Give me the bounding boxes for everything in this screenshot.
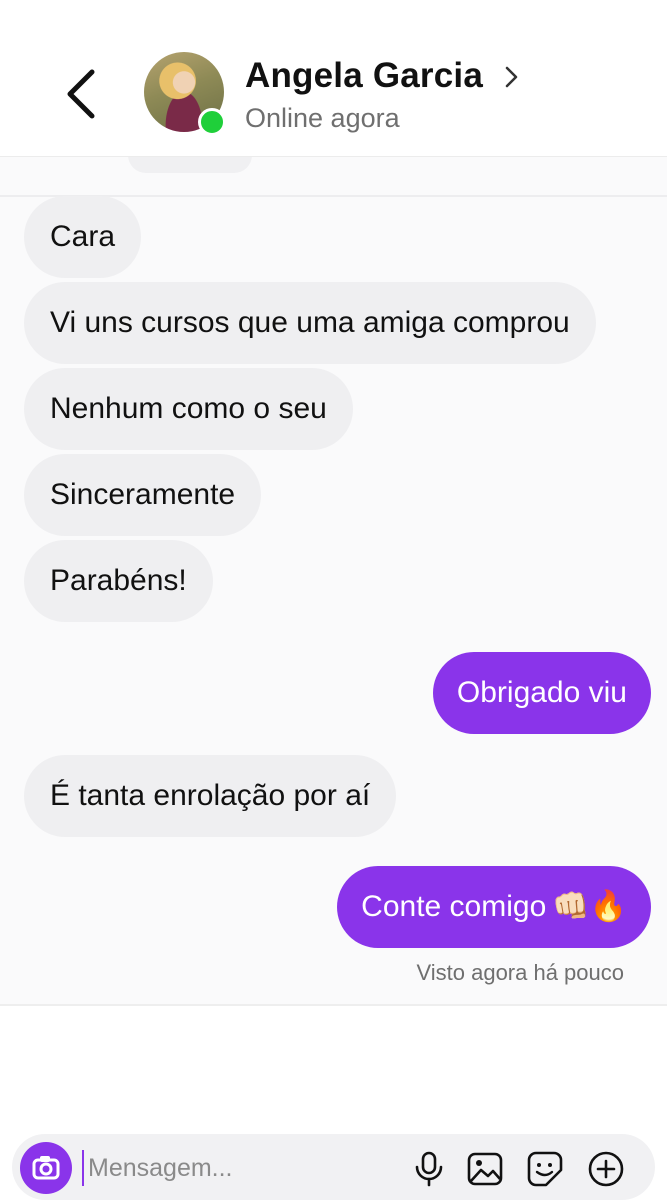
chat-header: Angela Garcia Online agora [0,0,667,157]
add-icon[interactable] [587,1150,625,1188]
message-bubble-outgoing[interactable]: Conte comigo 👊🏻🔥 [337,866,651,948]
read-receipt: Visto agora há pouco [416,960,624,985]
message-bubble-incoming[interactable]: Sinceramente [24,454,262,536]
message-composer [12,1134,655,1200]
camera-icon [32,1156,60,1180]
contact-name[interactable]: Angela Garcia [245,56,483,96]
message-text: Conte comigo [361,890,547,923]
message-bubble-outgoing[interactable]: Obrigado viu [432,652,651,734]
message-bubble-incoming[interactable]: Cara [24,196,142,278]
message-thread[interactable]: Cara Vi uns cursos que uma amiga comprou… [0,157,667,1006]
microphone-icon[interactable] [410,1150,448,1188]
sticker-icon[interactable] [526,1150,564,1188]
camera-button[interactable] [20,1142,72,1194]
message-input[interactable] [82,1150,390,1186]
previous-message-edge [128,157,252,173]
fist-fire-emoji: 👊🏻🔥 [552,889,627,924]
online-status-dot [198,108,226,136]
back-arrow-icon[interactable] [60,66,104,122]
message-bubble-incoming[interactable]: É tanta enrolação por aí [24,755,397,837]
online-status-text: Online agora [245,103,400,133]
message-bubble-incoming[interactable]: Vi uns cursos que uma amiga comprou [24,282,596,364]
chevron-right-icon[interactable] [502,63,522,91]
gallery-icon[interactable] [466,1150,504,1188]
message-bubble-incoming[interactable]: Parabéns! [24,540,213,622]
message-bubble-incoming[interactable]: Nenhum como o seu [24,368,353,450]
